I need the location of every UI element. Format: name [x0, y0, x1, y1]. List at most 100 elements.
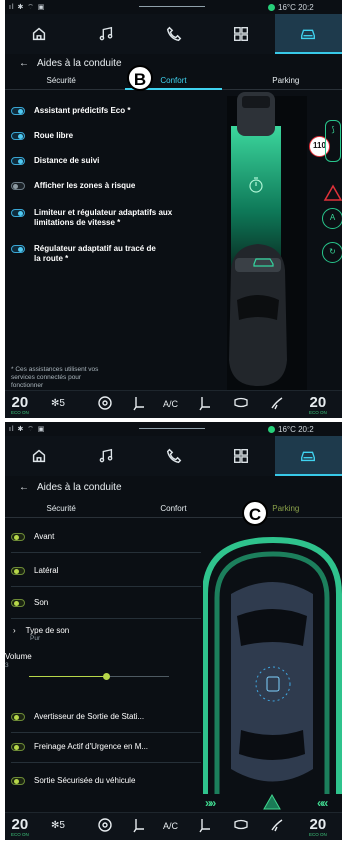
option-freinage-urgence[interactable]: Freinage Actif d'Urgence en M... [11, 742, 148, 751]
defrost-button[interactable] [233, 395, 249, 414]
nav-home[interactable] [5, 14, 72, 54]
ac-button[interactable]: A/C [163, 399, 178, 409]
airflow-button[interactable] [269, 395, 285, 414]
defrost-button[interactable] [233, 817, 249, 836]
toggle-switch[interactable] [11, 182, 25, 190]
hazard-sign-icon [323, 184, 342, 201]
nav-home[interactable] [5, 436, 72, 476]
recycle-icon: ↻ [322, 242, 342, 263]
eco-car-icon [253, 258, 274, 267]
toggle-switch[interactable] [11, 777, 25, 785]
sound-type-value: Pur [30, 635, 41, 642]
airflow-icon [271, 819, 283, 832]
option-zones-risque[interactable]: Afficher les zones à risque [11, 181, 135, 191]
toggle-switch[interactable] [11, 157, 25, 165]
steering-heat-button[interactable] [97, 395, 113, 414]
climate-bar: 20 ECO ON ✻5 A/C 20 ECO ON [5, 812, 342, 840]
signal-indicators: ıl ✱ ⌔ ▣ [9, 426, 46, 433]
nav-car[interactable] [274, 14, 342, 54]
steering-heat-button[interactable] [97, 817, 113, 836]
toggle-switch[interactable] [11, 533, 25, 541]
toggle-switch[interactable] [11, 713, 25, 721]
divider [11, 732, 201, 733]
status-divider [139, 428, 205, 429]
timer-icon [249, 177, 263, 193]
screen-parking: ıl ✱ ⌔ ▣ 16°C 20:2 ← Aides à la conduite … [5, 422, 342, 840]
nav-phone[interactable] [140, 436, 207, 476]
volume-slider[interactable] [29, 673, 169, 680]
callout-c: C [242, 500, 268, 526]
sound-type-row[interactable]: › Type de son Pur [13, 626, 69, 642]
tab-confort[interactable]: Confort [117, 502, 229, 517]
nav-apps[interactable] [207, 436, 274, 476]
seat-heat-right-button[interactable] [197, 817, 213, 836]
tab-parking[interactable]: Parking [230, 74, 342, 89]
option-son[interactable]: Son [11, 598, 48, 607]
option-assistant-eco[interactable]: Assistant prédictifs Eco * [11, 106, 130, 116]
nav-music[interactable] [72, 14, 139, 54]
toggle-switch[interactable] [11, 743, 25, 751]
volume-slider-handle[interactable] [103, 673, 110, 680]
tab-securite[interactable]: Sécurité [5, 74, 117, 89]
footnote: * Ces assistances utilisent vos services… [11, 366, 99, 389]
divider [11, 762, 201, 763]
option-avant[interactable]: Avant [11, 532, 54, 541]
page-title[interactable]: ← Aides à la conduite [19, 482, 122, 493]
seat-icon [133, 397, 144, 411]
toggle-switch[interactable] [11, 132, 25, 140]
top-nav [5, 14, 342, 54]
nav-apps[interactable] [207, 14, 274, 54]
option-regulateur-trace[interactable]: Régulateur adaptatif au tracé de la rout… [11, 244, 161, 264]
temp-right[interactable]: 20 ECO ON [309, 395, 327, 415]
seat-icon [199, 819, 210, 833]
option-limiteur-regulateur[interactable]: Limiteur et régulateur adaptatifs aux li… [11, 208, 186, 228]
apps-icon [233, 27, 248, 41]
defrost-icon [234, 397, 248, 408]
volume-value: 3 [5, 662, 9, 669]
status-bar: ıl ✱ ⌔ ▣ 16°C 20:2 [5, 0, 342, 14]
fan-speed[interactable]: ✻5 [51, 398, 65, 409]
seat-heat-right-button[interactable] [197, 395, 213, 414]
connection-dot [268, 426, 275, 433]
option-lateral[interactable]: Latéral [11, 566, 58, 575]
nav-music[interactable] [72, 436, 139, 476]
apps-icon [233, 449, 248, 463]
toggle-switch[interactable] [11, 567, 25, 575]
status-temp-time: 16°C 20:2 [278, 425, 314, 434]
curve-sign-icon: ⟆ [325, 120, 341, 162]
phone-icon [166, 26, 181, 42]
toggle-switch[interactable] [11, 209, 25, 217]
steering-wheel-icon [98, 396, 112, 410]
car-icon [301, 29, 316, 40]
temp-left[interactable]: 20 ECO ON [11, 395, 29, 415]
airflow-button[interactable] [269, 817, 285, 836]
tab-securite[interactable]: Sécurité [5, 502, 117, 517]
home-icon [32, 27, 45, 41]
nav-car[interactable] [274, 436, 342, 476]
back-arrow-icon[interactable]: ← [19, 482, 29, 493]
signal-indicators: ıl ✱ ⌔ ▣ [9, 4, 46, 11]
ac-button[interactable]: A/C [163, 821, 178, 831]
nav-phone[interactable] [140, 14, 207, 54]
fan-speed[interactable]: ✻5 [51, 820, 65, 831]
temp-right[interactable]: 20 ECO ON [309, 817, 327, 837]
climate-bar: 20 ECO ON ✻5 A/C 20 ECO ON [5, 390, 342, 418]
temp-left[interactable]: 20 ECO ON [11, 817, 29, 837]
option-sortie-securisee[interactable]: Sortie Sécurisée du véhicule [11, 776, 135, 785]
option-distance-suivi[interactable]: Distance de suivi [11, 156, 99, 166]
option-roue-libre[interactable]: Roue libre [11, 131, 73, 141]
parking-sensor-view [203, 536, 342, 794]
back-arrow-icon[interactable]: ← [19, 58, 29, 69]
seat-heat-button[interactable] [131, 395, 147, 414]
toggle-switch[interactable] [11, 245, 25, 253]
car-icon [301, 451, 316, 462]
parking-warning-icon [263, 794, 281, 810]
seat-heat-button[interactable] [131, 817, 147, 836]
right-arrows-icon: «« [317, 796, 328, 810]
lead-car-icon [237, 92, 275, 136]
toggle-switch[interactable] [11, 107, 25, 115]
option-avertisseur-sortie[interactable]: Avertisseur de Sortie de Stati... [11, 712, 144, 721]
chevron-right-icon: › [13, 626, 16, 635]
page-title[interactable]: ← Aides à la conduite [19, 58, 122, 69]
toggle-switch[interactable] [11, 599, 25, 607]
